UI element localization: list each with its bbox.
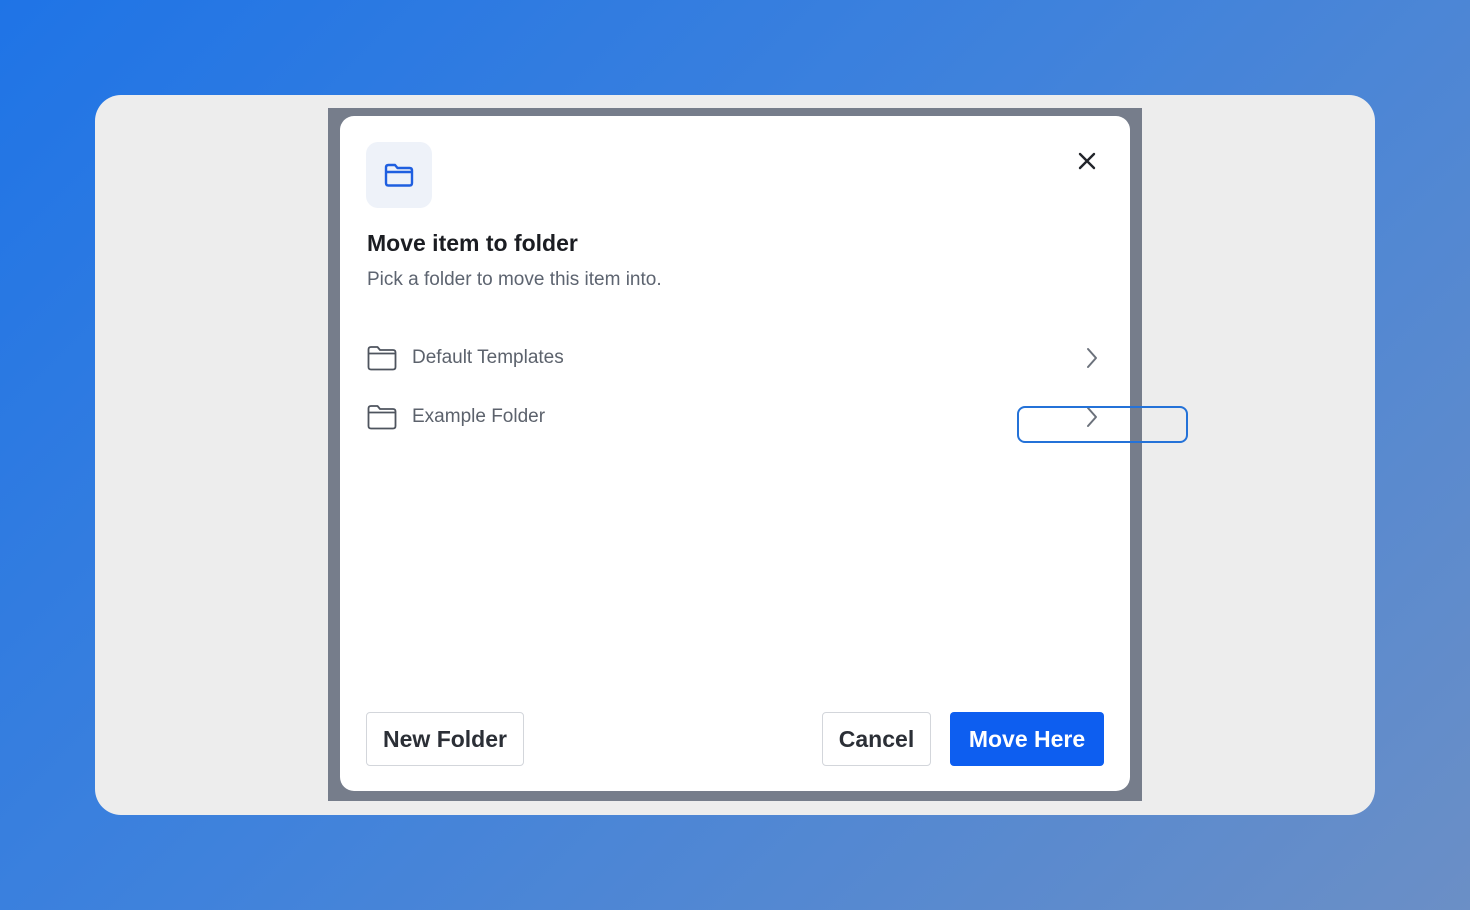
- folder-icon: [366, 344, 398, 372]
- move-to-folder-dialog: Move item to folder Pick a folder to mov…: [340, 116, 1130, 791]
- folder-item-example-folder[interactable]: Example Folder: [366, 393, 1104, 441]
- close-button[interactable]: [1070, 144, 1104, 178]
- highlight-outline: [1017, 406, 1188, 443]
- folder-icon: [366, 403, 398, 431]
- dialog-title: Move item to folder: [367, 230, 578, 256]
- cancel-button[interactable]: Cancel: [822, 712, 931, 766]
- folder-icon: [384, 163, 414, 187]
- dialog-subtitle: Pick a folder to move this item into.: [367, 269, 662, 290]
- new-folder-button[interactable]: New Folder: [366, 712, 524, 766]
- folder-item-label: Example Folder: [412, 406, 546, 427]
- app-window: Move item to folder Pick a folder to mov…: [95, 95, 1375, 815]
- modal-backdrop: Move item to folder Pick a folder to mov…: [328, 108, 1142, 801]
- chevron-right-icon[interactable]: [1080, 346, 1104, 370]
- close-icon[interactable]: [1077, 151, 1097, 171]
- folder-item-default-templates[interactable]: Default Templates: [366, 334, 1104, 382]
- move-here-button[interactable]: Move Here: [950, 712, 1104, 766]
- folder-item-label: Default Templates: [412, 347, 564, 368]
- dialog-folder-icon-badge: [366, 142, 432, 208]
